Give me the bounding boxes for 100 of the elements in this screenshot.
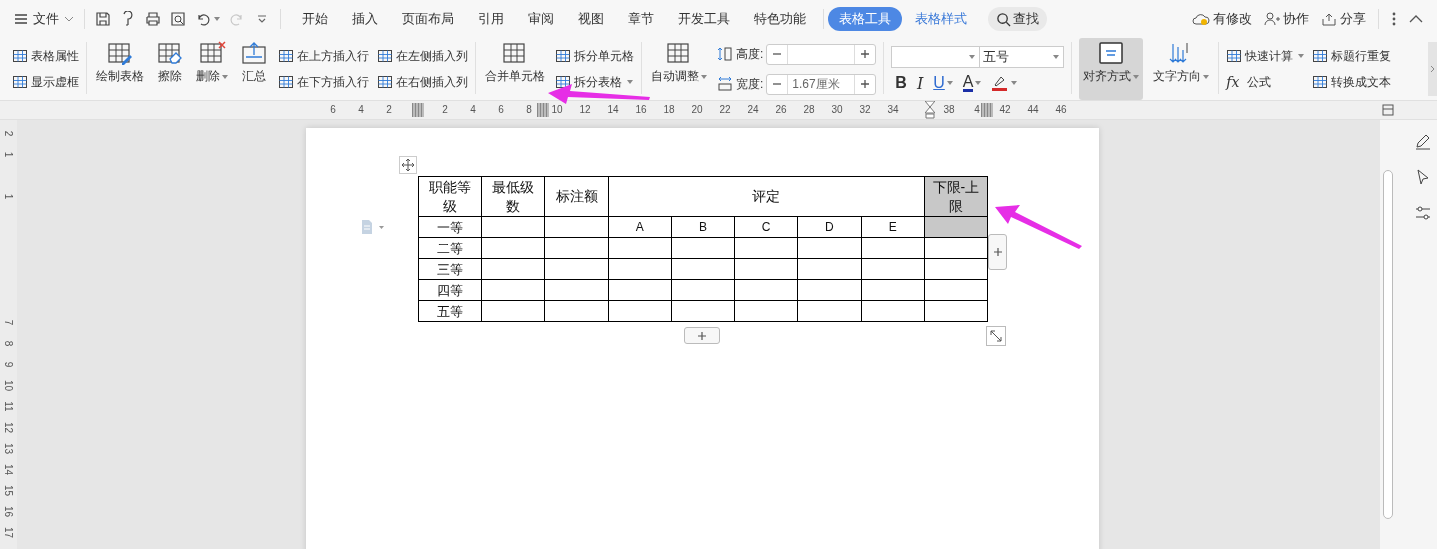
table-cell[interactable]	[608, 279, 672, 301]
collapse-icon[interactable]	[1409, 15, 1423, 23]
move-handle-icon[interactable]	[399, 156, 417, 174]
ribbon-button[interactable]: 在右侧插入列	[377, 73, 468, 91]
ribbon-button[interactable]: 显示虚框	[12, 73, 79, 91]
ribbon-button[interactable]: fx 公式	[1226, 73, 1305, 91]
ribbon-tab[interactable]: 章节	[617, 7, 665, 31]
number-field[interactable]	[766, 43, 877, 65]
table-cell[interactable]: 四等	[418, 279, 482, 301]
ribbon-button[interactable]: 汇总	[238, 38, 270, 100]
add-row-button[interactable]	[684, 327, 720, 344]
italic-button[interactable]: I	[916, 73, 924, 93]
table-cell[interactable]: B	[671, 216, 735, 238]
table-cell[interactable]	[608, 258, 672, 280]
ribbon-tab[interactable]: 开始	[291, 7, 339, 31]
table-cell[interactable]	[481, 237, 545, 259]
table-cell[interactable]	[544, 258, 609, 280]
ribbon-tab[interactable]: 表格样式	[904, 7, 978, 31]
table-cell[interactable]	[734, 279, 798, 301]
table-cell[interactable]	[544, 279, 609, 301]
table-cell[interactable]: 职能等级	[418, 176, 482, 217]
ribbon-tab[interactable]: 视图	[567, 7, 615, 31]
table-cell[interactable]	[797, 258, 862, 280]
ribbon-tab[interactable]: 表格工具	[828, 7, 902, 31]
ruler-toggle-icon[interactable]	[1382, 104, 1394, 116]
toolbar-action[interactable]: 有修改	[1192, 10, 1252, 28]
ribbon-button[interactable]: 在上方插入行	[278, 47, 369, 65]
ribbon-tab[interactable]: 特色功能	[743, 7, 817, 31]
table-cell[interactable]	[671, 237, 735, 259]
table-cell[interactable]: 五等	[418, 300, 482, 322]
ribbon-tab[interactable]: 开发工具	[667, 7, 741, 31]
table-cell[interactable]	[734, 258, 798, 280]
caret-icon[interactable]	[214, 17, 220, 21]
ribbon-tab[interactable]: 引用	[467, 7, 515, 31]
bold-button[interactable]: B	[895, 74, 907, 92]
table-cell[interactable]	[861, 237, 925, 259]
indent-marker-icon[interactable]	[925, 101, 935, 119]
ribbon-tab[interactable]: 审阅	[517, 7, 565, 31]
table-cell[interactable]	[608, 300, 672, 322]
ribbon-button[interactable]: 自动调整	[649, 38, 709, 100]
table-cell[interactable]	[924, 279, 988, 301]
table-cell[interactable]: 评定	[608, 176, 925, 217]
print-preview-icon[interactable]	[170, 11, 186, 27]
toolbar-action[interactable]: 分享	[1321, 10, 1366, 28]
table-cell[interactable]	[797, 237, 862, 259]
ribbon-tab[interactable]: 插入	[341, 7, 389, 31]
table-cell[interactable]	[481, 279, 545, 301]
add-column-button[interactable]	[988, 234, 1007, 270]
table-cell[interactable]: E	[861, 216, 925, 238]
table-cell[interactable]	[481, 300, 545, 322]
table-cell[interactable]	[734, 237, 798, 259]
table-cell[interactable]: 标注额	[544, 176, 609, 217]
column-marker[interactable]	[412, 103, 424, 117]
table-cell[interactable]	[861, 279, 925, 301]
table-cell[interactable]	[481, 258, 545, 280]
ribbon-button[interactable]: 擦除	[154, 38, 186, 100]
caret-icon[interactable]	[975, 81, 982, 85]
table-cell[interactable]	[671, 300, 735, 322]
ribbon-button[interactable]: 在左侧插入列	[377, 47, 468, 65]
print-icon[interactable]	[145, 11, 161, 27]
table-cell[interactable]	[924, 258, 988, 280]
table-cell[interactable]: C	[734, 216, 798, 238]
font-color-button[interactable]: A	[962, 74, 974, 92]
table-cell[interactable]	[924, 237, 988, 259]
ribbon-button[interactable]: 标题行重复	[1312, 47, 1392, 65]
table-cell[interactable]	[797, 300, 862, 322]
number-field[interactable]: 1.67厘米	[766, 73, 877, 95]
underline-button[interactable]: U	[933, 74, 945, 92]
table-cell[interactable]	[861, 258, 925, 280]
ribbon-tab[interactable]: 页面布局	[391, 7, 465, 31]
save-icon[interactable]	[95, 11, 111, 27]
ribbon-button[interactable]: 快速计算	[1226, 47, 1305, 65]
ribbon-button[interactable]: 对齐方式	[1079, 38, 1144, 100]
table-cell[interactable]: 三等	[418, 258, 482, 280]
table-cell[interactable]	[544, 237, 609, 259]
ribbon-button[interactable]: 在下方插入行	[278, 73, 369, 91]
scrollbar[interactable]	[1382, 170, 1394, 519]
pen-icon[interactable]	[1414, 132, 1432, 150]
ribbon-button[interactable]: 删除	[194, 38, 230, 100]
caret-icon[interactable]	[946, 81, 953, 85]
column-marker[interactable]	[537, 103, 549, 117]
table-cell[interactable]	[544, 300, 609, 322]
table-cell[interactable]	[608, 237, 672, 259]
table-cell[interactable]: A	[608, 216, 672, 238]
column-marker[interactable]	[981, 103, 993, 117]
table-cell[interactable]: 二等	[418, 237, 482, 259]
table-cell[interactable]	[671, 258, 735, 280]
plus-icon[interactable]	[860, 78, 871, 89]
undo-icon[interactable]	[195, 11, 211, 27]
table-cell[interactable]	[734, 300, 798, 322]
highlight-button[interactable]	[991, 75, 1018, 91]
more-icon[interactable]	[1391, 11, 1397, 27]
ribbon-button[interactable]: 拆分单元格	[555, 47, 634, 65]
ribbon-button[interactable]: 绘制表格	[94, 38, 146, 100]
search-button[interactable]: 查找	[988, 7, 1047, 31]
table-cell[interactable]	[671, 279, 735, 301]
file-menu[interactable]: 文件	[14, 10, 74, 28]
ribbon-button[interactable]: 转换成文本	[1312, 73, 1392, 91]
table-cell[interactable]	[481, 216, 545, 238]
table-cell[interactable]	[544, 216, 609, 238]
